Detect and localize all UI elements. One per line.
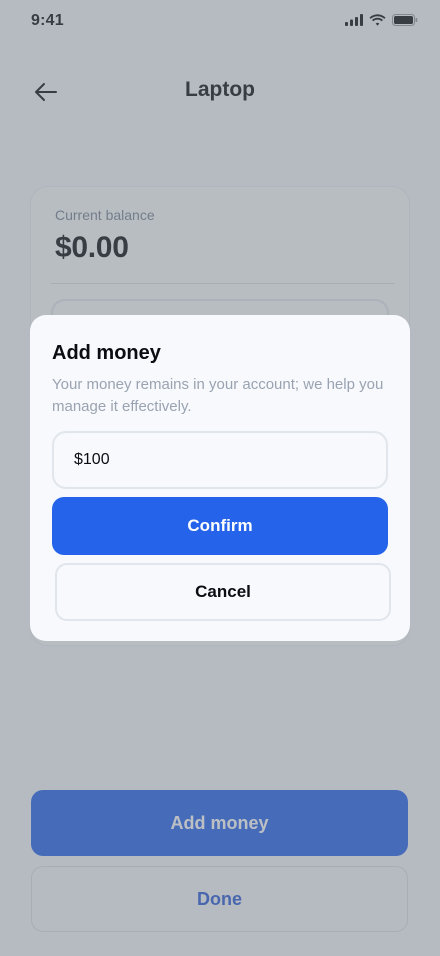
modal-title: Add money — [52, 342, 161, 364]
add-money-modal: Add money Your money remains in your acc… — [30, 315, 410, 641]
screen: 9:41 Laptop Current balance $0.00 Add mo… — [0, 0, 440, 956]
amount-input[interactable] — [52, 431, 388, 489]
cancel-button[interactable]: Cancel — [55, 563, 391, 621]
modal-description: Your money remains in your account; we h… — [52, 376, 384, 415]
confirm-button[interactable]: Confirm — [52, 497, 388, 555]
